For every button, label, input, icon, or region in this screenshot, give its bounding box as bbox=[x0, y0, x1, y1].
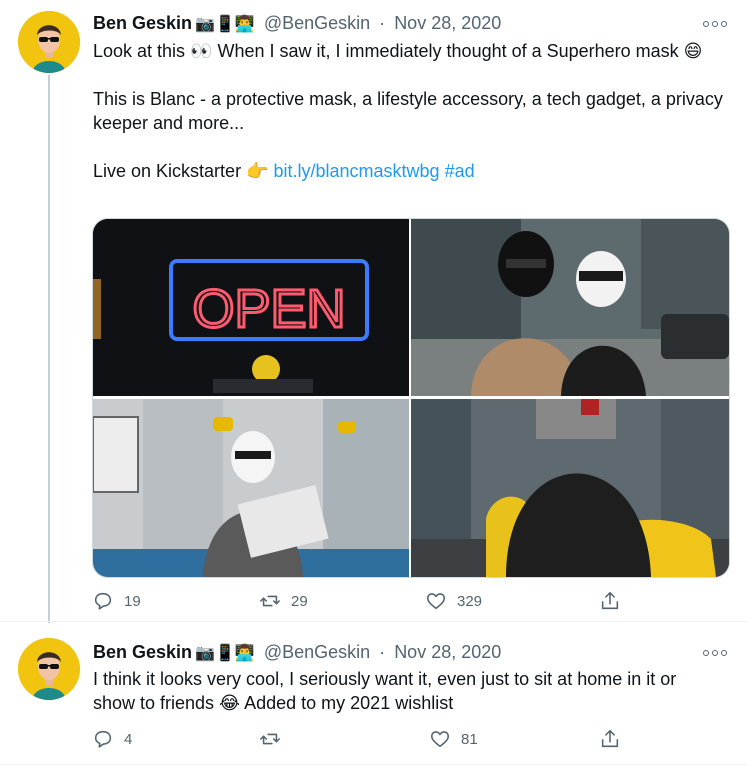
retweet-icon bbox=[260, 595, 280, 607]
tweet-actions: 19 29 329 bbox=[92, 590, 632, 614]
heart-icon bbox=[430, 731, 450, 748]
retweet-count: 29 bbox=[291, 592, 308, 610]
like-count: 81 bbox=[461, 730, 478, 748]
photo-yellow-car[interactable] bbox=[411, 399, 729, 577]
retweet-button[interactable] bbox=[259, 728, 291, 750]
reply-icon bbox=[94, 592, 112, 610]
thread-line bbox=[48, 75, 50, 623]
tweet-link[interactable]: bit.ly/blancmasktwbg bbox=[273, 161, 439, 181]
avatar-image bbox=[18, 11, 80, 73]
avatar[interactable] bbox=[18, 11, 80, 73]
meta-separator: · bbox=[379, 13, 386, 33]
retweet-button[interactable]: 29 bbox=[259, 590, 308, 612]
tweet-date[interactable]: Nov 28, 2020 bbox=[394, 642, 501, 662]
tweet-text-line: This is Blanc - a protective mask, a lif… bbox=[93, 89, 723, 133]
tweet-text-line: Live on Kickstarter 👉 bit.ly/blancmasktw… bbox=[93, 159, 723, 183]
reply-count: 4 bbox=[124, 730, 133, 748]
author-emojis: 📷📱👨‍💻 bbox=[195, 645, 255, 662]
tweet-header: Ben Geskin 📷📱👨‍💻 @BenGeskin · Nov 28, 202… bbox=[93, 640, 501, 666]
share-icon bbox=[601, 729, 619, 748]
avatar-image bbox=[18, 638, 80, 700]
tweet-date[interactable]: Nov 28, 2020 bbox=[394, 13, 501, 33]
share-button[interactable] bbox=[599, 728, 621, 750]
reply-button[interactable]: 19 bbox=[92, 590, 141, 612]
like-button[interactable]: 329 bbox=[425, 590, 482, 612]
tweet-text: I think it looks very cool, I seriously … bbox=[93, 667, 713, 715]
tweet-text-line: I think it looks very cool, I seriously … bbox=[93, 669, 677, 713]
tweet-divider bbox=[0, 621, 747, 622]
heart-icon bbox=[426, 593, 446, 610]
tweet-text-prefix: Live on Kickstarter 👉 bbox=[93, 161, 274, 181]
author-handle[interactable]: @BenGeskin bbox=[264, 642, 370, 662]
reply-count: 19 bbox=[124, 592, 141, 610]
hashtag-link[interactable]: #ad bbox=[445, 161, 475, 181]
tweet-actions: 4 81 bbox=[92, 728, 632, 752]
author-emojis: 📷📱👨‍💻 bbox=[195, 16, 255, 33]
reply-icon bbox=[94, 730, 112, 748]
photo-open-sign[interactable]: OPEN bbox=[93, 219, 409, 396]
avatar[interactable] bbox=[18, 638, 80, 700]
like-button[interactable]: 81 bbox=[429, 728, 478, 750]
media-grid: OPEN bbox=[92, 218, 730, 578]
tweet-header: Ben Geskin 📷📱👨‍💻 @BenGeskin · Nov 28, 202… bbox=[93, 11, 501, 37]
tweet-divider bbox=[0, 764, 747, 765]
photo-train-reader[interactable] bbox=[93, 399, 409, 577]
open-sign-text: OPEN bbox=[192, 279, 345, 339]
tweet-text: Look at this 👀 When I saw it, I immediat… bbox=[93, 39, 723, 183]
meta-separator: · bbox=[379, 642, 386, 662]
reply-button[interactable]: 4 bbox=[92, 728, 132, 750]
more-options-button[interactable] bbox=[703, 16, 727, 32]
photo-masked-duo[interactable] bbox=[411, 219, 729, 396]
author-handle[interactable]: @BenGeskin bbox=[264, 13, 370, 33]
author-name[interactable]: Ben Geskin bbox=[93, 13, 192, 33]
author-name[interactable]: Ben Geskin bbox=[93, 642, 192, 662]
more-options-button[interactable] bbox=[703, 645, 727, 661]
tweet-text-line: Look at this 👀 When I saw it, I immediat… bbox=[93, 41, 703, 61]
share-icon bbox=[601, 591, 619, 610]
share-button[interactable] bbox=[599, 590, 621, 612]
retweet-icon bbox=[260, 733, 280, 745]
like-count: 329 bbox=[457, 592, 483, 610]
